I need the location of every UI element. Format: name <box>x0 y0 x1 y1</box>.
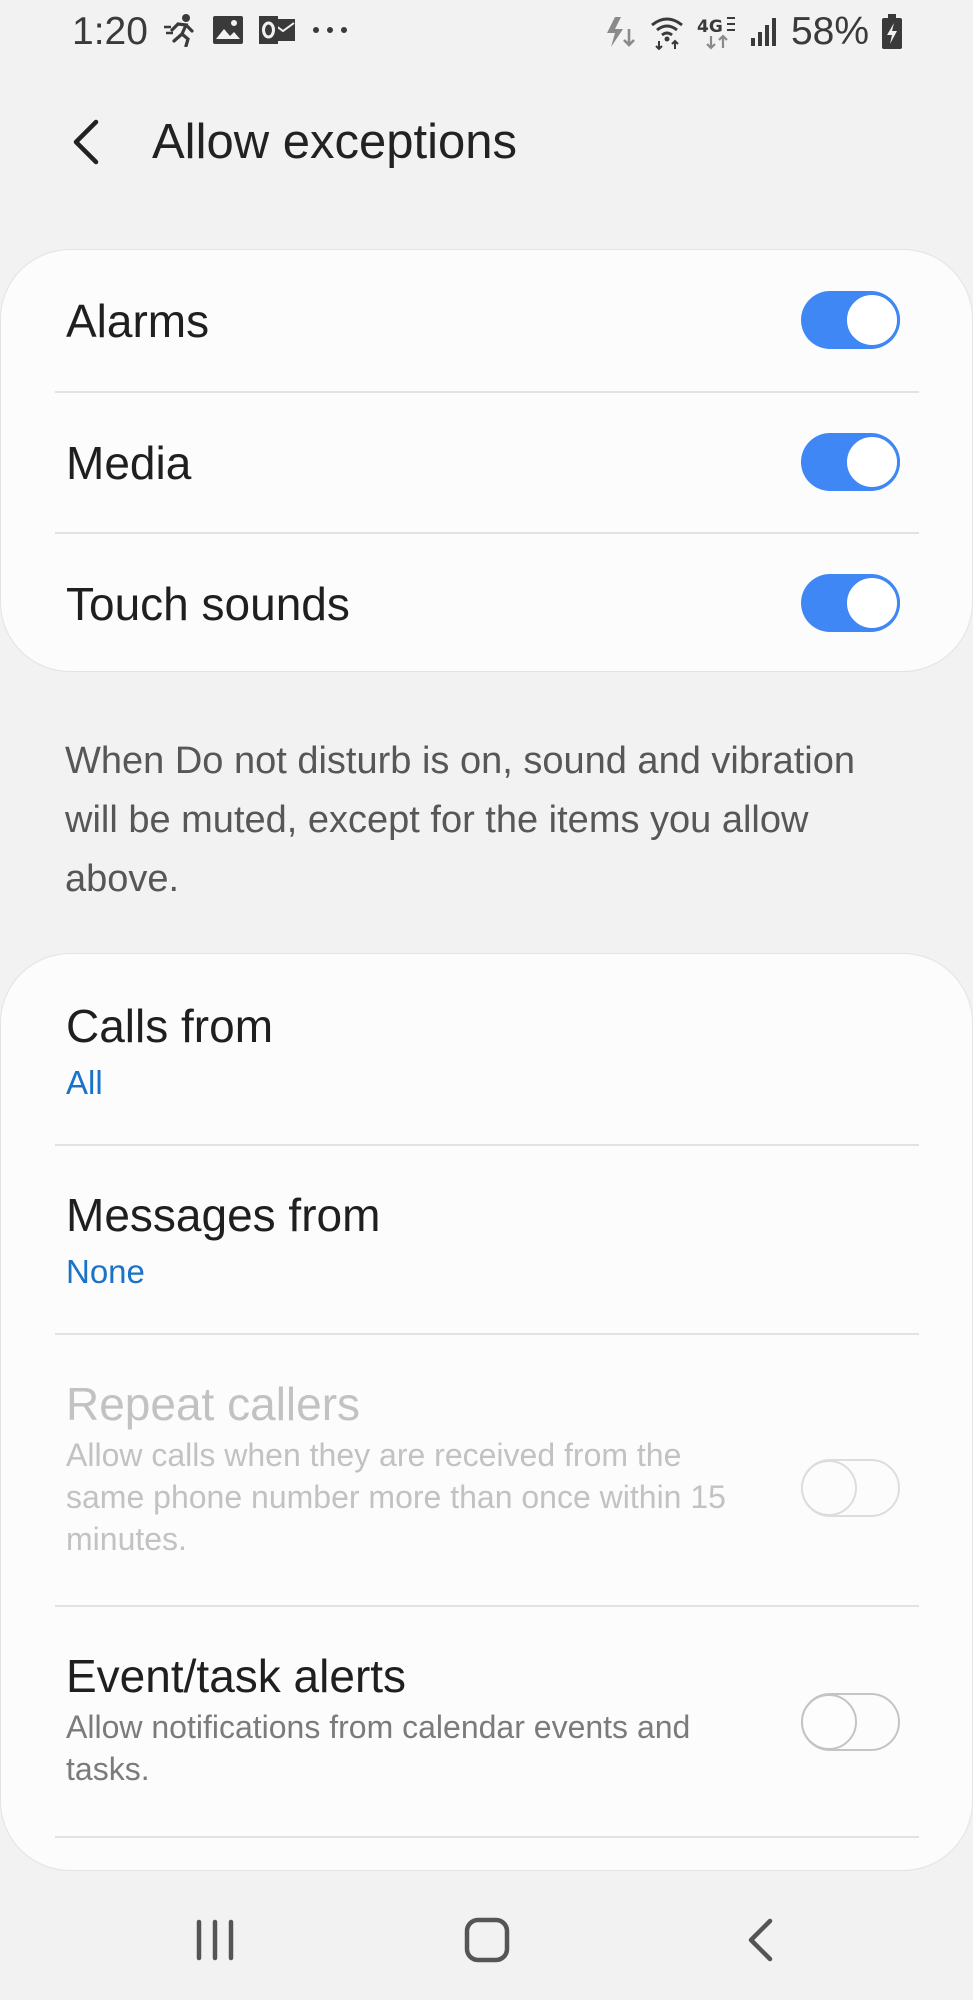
event-task-alerts-row[interactable]: Event/task alerts Allow notifications fr… <box>1 1606 973 1836</box>
media-row[interactable]: Media <box>1 392 973 532</box>
signal-icon <box>749 16 779 48</box>
fitness-icon <box>164 13 198 47</box>
messages-from-row[interactable]: Messages from None <box>1 1145 973 1333</box>
messages-from-value: None <box>66 1253 145 1290</box>
app-bar: Allow exceptions <box>0 90 973 194</box>
nfc-data-icon <box>603 15 637 49</box>
alarms-toggle[interactable] <box>801 291 900 349</box>
alarms-label: Alarms <box>66 295 210 347</box>
more-notifications-icon <box>310 25 350 35</box>
event-task-alerts-toggle[interactable] <box>801 1693 900 1751</box>
sound-exceptions-card: Alarms Media Touch sounds <box>0 249 973 672</box>
media-label: Media <box>66 437 192 489</box>
home-button[interactable] <box>447 1900 527 1980</box>
repeat-callers-description: Allow calls when they are received from … <box>66 1437 726 1557</box>
calls-from-row[interactable]: Calls from All <box>1 954 973 1144</box>
repeat-callers-toggle[interactable] <box>801 1459 900 1517</box>
back-icon <box>748 1918 773 1962</box>
divider <box>55 1836 919 1838</box>
dnd-description: When Do not disturb is on, sound and vib… <box>65 740 856 900</box>
battery-percent: 58% <box>790 10 869 53</box>
touch-sounds-toggle[interactable] <box>801 574 900 632</box>
media-toggle[interactable] <box>801 433 900 491</box>
chevron-left-icon <box>73 119 99 165</box>
event-task-alerts-label: Event/task alerts <box>66 1650 407 1702</box>
wifi-icon <box>649 14 685 50</box>
repeat-callers-row[interactable]: Repeat callers Allow calls when they are… <box>1 1334 973 1605</box>
alarms-row[interactable]: Alarms <box>1 250 973 391</box>
back-button[interactable] <box>56 112 116 172</box>
gallery-icon <box>212 15 244 45</box>
svg-text:4G: 4G <box>697 17 723 37</box>
battery-charging-icon <box>881 14 903 50</box>
touch-sounds-label: Touch sounds <box>66 578 350 630</box>
home-icon <box>464 1917 510 1963</box>
outlook-icon <box>258 15 296 45</box>
contact-exceptions-card: Calls from All Messages from None Repeat… <box>0 953 973 1871</box>
nav-back-button[interactable] <box>720 1900 800 1980</box>
messages-from-label: Messages from <box>66 1189 381 1241</box>
repeat-callers-label: Repeat callers <box>66 1378 361 1430</box>
recent-apps-icon <box>196 1919 234 1961</box>
calls-from-label: Calls from <box>66 1000 274 1052</box>
calls-from-value: All <box>66 1064 103 1101</box>
touch-sounds-row[interactable]: Touch sounds <box>1 533 973 671</box>
event-task-alerts-description: Allow notifications from calendar events… <box>66 1709 691 1787</box>
recent-apps-button[interactable] <box>175 1900 255 1980</box>
status-time: 1:20 <box>72 10 148 53</box>
status-bar: 1:20 4G 58% <box>0 0 973 66</box>
lte-icon: 4G <box>697 14 737 50</box>
navigation-bar <box>0 1880 973 2000</box>
page-title: Allow exceptions <box>152 115 517 169</box>
